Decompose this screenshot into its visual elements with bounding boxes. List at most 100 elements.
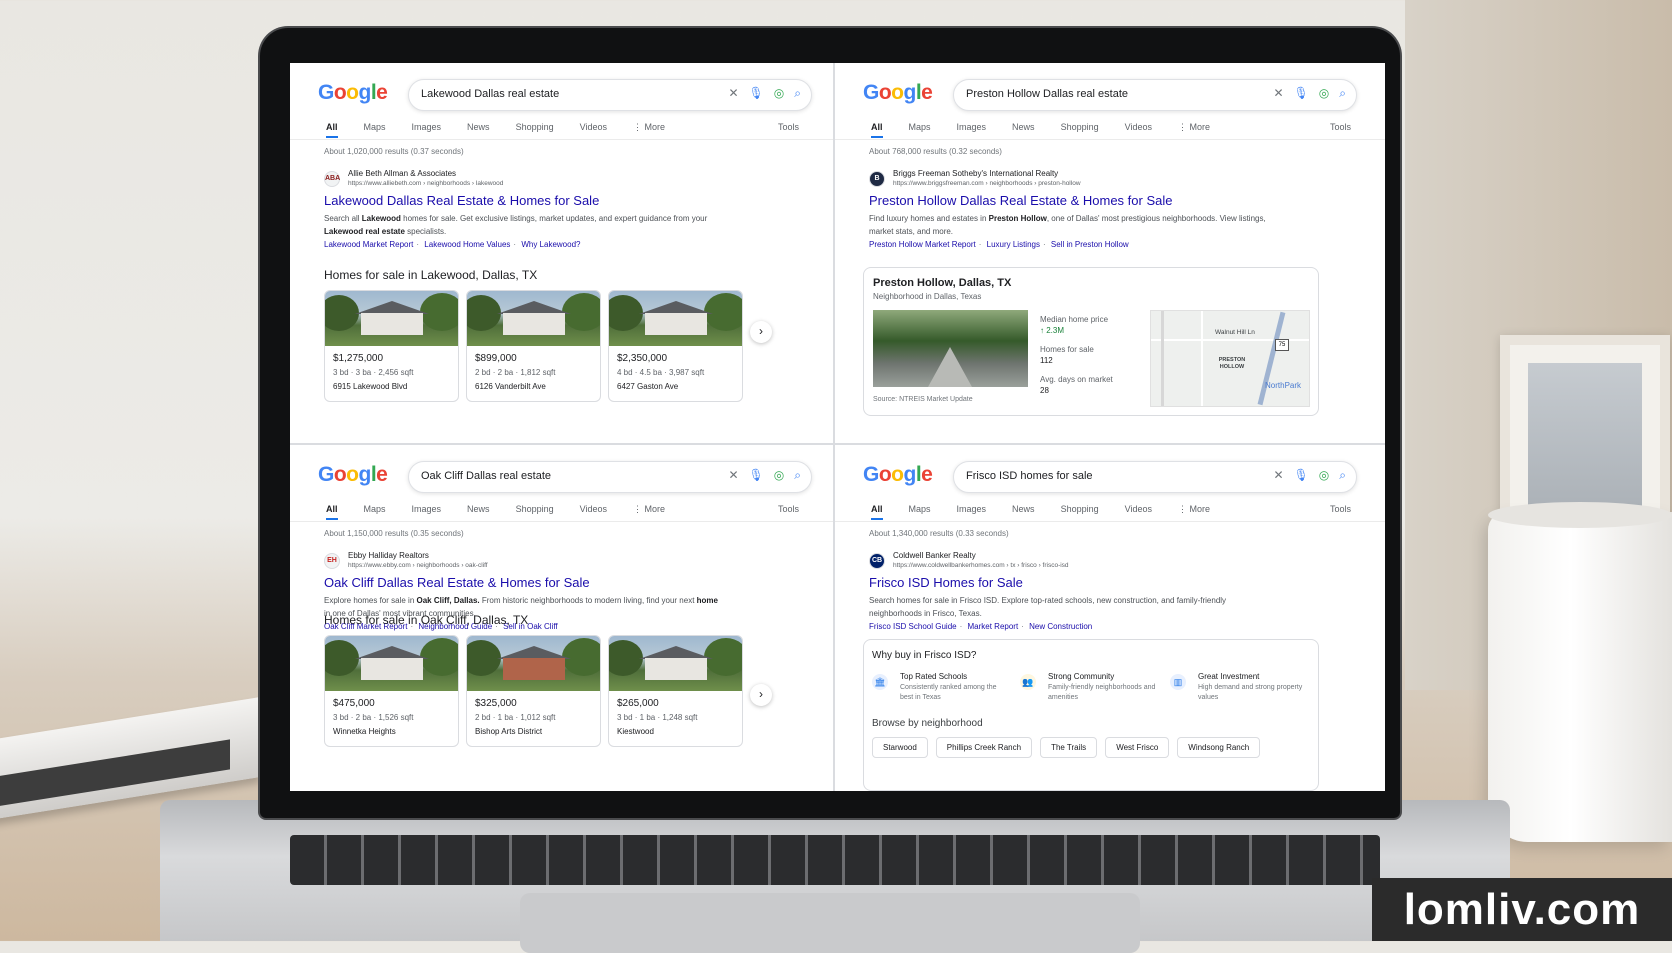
lens-icon[interactable]: ◎	[774, 468, 784, 483]
sitelink[interactable]: Lakewood Market Report	[324, 240, 413, 249]
tab-images[interactable]: Images	[412, 122, 442, 138]
google-logo[interactable]: Google	[863, 463, 933, 487]
site-favicon: ABA	[324, 171, 340, 187]
google-logo[interactable]: Google	[863, 81, 933, 105]
tab-all[interactable]: All	[871, 504, 883, 520]
neighborhood-map[interactable]: Walnut Hill Ln 75 PRESTON HOLLOW NorthPa…	[1150, 310, 1310, 407]
sitelink[interactable]: Market Report	[968, 622, 1019, 631]
neighborhood-chip[interactable]: Starwood	[872, 737, 928, 758]
search-query[interactable]: Frisco ISD homes for sale	[966, 470, 1093, 482]
search-query[interactable]: Oak Cliff Dallas real estate	[421, 470, 551, 482]
tab-videos[interactable]: Videos	[1125, 504, 1152, 520]
result-title[interactable]: Frisco ISD Homes for Sale	[869, 575, 1023, 590]
lens-icon[interactable]: ◎	[1319, 468, 1329, 483]
tab-shopping[interactable]: Shopping	[516, 504, 554, 520]
tab-news[interactable]: News	[1012, 122, 1035, 138]
result-snippet: Find luxury homes and estates in Preston…	[869, 214, 1266, 236]
mic-icon[interactable]: 🎙	[1294, 468, 1309, 483]
tab-more[interactable]: ⋮ More	[633, 122, 665, 138]
clear-icon[interactable]: ✕	[728, 468, 738, 483]
tab-shopping[interactable]: Shopping	[516, 122, 554, 138]
neighborhood-chip[interactable]: Windsong Ranch	[1177, 737, 1261, 758]
home-price: $475,000	[333, 698, 375, 709]
search-box[interactable]: Lakewood Dallas real estate ✕ 🎙 ◎ ⌕	[408, 79, 812, 111]
tools-button[interactable]: Tools	[778, 122, 799, 132]
neighborhood-chip[interactable]: Phillips Creek Ranch	[935, 737, 1033, 758]
home-card[interactable]: $899,000 2 bd · 2 ba · 1,812 sqft 6126 V…	[466, 290, 601, 402]
next-arrow-icon[interactable]: ›	[750, 684, 772, 706]
site-name[interactable]: Ebby Halliday Realtors	[348, 551, 429, 560]
search-icon[interactable]: ⌕	[1339, 86, 1346, 101]
kp-title[interactable]: Preston Hollow, Dallas, TX	[873, 277, 1011, 289]
home-card[interactable]: $475,000 3 bd · 2 ba · 1,526 sqft Winnet…	[324, 635, 459, 747]
tab-shopping[interactable]: Shopping	[1061, 504, 1099, 520]
neighborhood-photo[interactable]	[873, 310, 1028, 387]
home-card[interactable]: $265,000 3 bd · 1 ba · 1,248 sqft Kiestw…	[608, 635, 743, 747]
site-url[interactable]: https://www.ebby.com › neighborhoods › o…	[348, 562, 488, 569]
search-box[interactable]: Oak Cliff Dallas real estate ✕ 🎙 ◎ ⌕	[408, 461, 812, 493]
search-icon[interactable]: ⌕	[794, 86, 801, 101]
search-box[interactable]: Preston Hollow Dallas real estate ✕ 🎙 ◎ ⌕	[953, 79, 1357, 111]
site-name[interactable]: Allie Beth Allman & Associates	[348, 169, 456, 178]
search-icon[interactable]: ⌕	[794, 468, 801, 483]
tools-button[interactable]: Tools	[778, 504, 799, 514]
tab-videos[interactable]: Videos	[1125, 122, 1152, 138]
tab-maps[interactable]: Maps	[909, 504, 931, 520]
tab-maps[interactable]: Maps	[909, 122, 931, 138]
sitelink[interactable]: Sell in Preston Hollow	[1051, 240, 1129, 249]
tools-button[interactable]: Tools	[1330, 504, 1351, 514]
search-icon[interactable]: ⌕	[1339, 468, 1346, 483]
site-url[interactable]: https://www.coldwellbankerhomes.com › tx…	[893, 562, 1069, 569]
sitelink[interactable]: Lakewood Home Values	[424, 240, 510, 249]
neighborhood-chip[interactable]: The Trails	[1040, 737, 1098, 758]
home-card[interactable]: $325,000 2 bd · 1 ba · 1,012 sqft Bishop…	[466, 635, 601, 747]
mic-icon[interactable]: 🎙	[749, 468, 764, 483]
home-card[interactable]: $2,350,000 4 bd · 4.5 ba · 3,987 sqft 64…	[608, 290, 743, 402]
search-query[interactable]: Lakewood Dallas real estate	[421, 88, 559, 100]
tab-all[interactable]: All	[326, 504, 338, 520]
site-url[interactable]: https://www.alliebeth.com › neighborhood…	[348, 180, 503, 187]
clear-icon[interactable]: ✕	[1273, 468, 1283, 483]
search-query[interactable]: Preston Hollow Dallas real estate	[966, 88, 1128, 100]
home-card[interactable]: $1,275,000 3 bd · 3 ba · 2,456 sqft 6915…	[324, 290, 459, 402]
mic-icon[interactable]: 🎙	[749, 86, 764, 101]
tab-images[interactable]: Images	[957, 122, 987, 138]
sitelink[interactable]: Why Lakewood?	[521, 240, 580, 249]
lens-icon[interactable]: ◎	[1319, 86, 1329, 101]
tab-maps[interactable]: Maps	[364, 122, 386, 138]
sitelink[interactable]: New Construction	[1029, 622, 1092, 631]
clear-icon[interactable]: ✕	[1273, 86, 1283, 101]
site-name[interactable]: Coldwell Banker Realty	[893, 551, 976, 560]
sitelink[interactable]: Luxury Listings	[987, 240, 1040, 249]
lens-icon[interactable]: ◎	[774, 86, 784, 101]
tab-more[interactable]: ⋮ More	[1178, 122, 1210, 138]
next-arrow-icon[interactable]: ›	[750, 321, 772, 343]
result-title[interactable]: Preston Hollow Dallas Real Estate & Home…	[869, 193, 1172, 208]
tools-button[interactable]: Tools	[1330, 122, 1351, 132]
mic-icon[interactable]: 🎙	[1294, 86, 1309, 101]
google-logo[interactable]: Google	[318, 463, 388, 487]
tab-videos[interactable]: Videos	[580, 504, 607, 520]
site-url[interactable]: https://www.briggsfreeman.com › neighbor…	[893, 180, 1081, 187]
tab-news[interactable]: News	[467, 122, 490, 138]
tab-news[interactable]: News	[467, 504, 490, 520]
tab-images[interactable]: Images	[412, 504, 442, 520]
clear-icon[interactable]: ✕	[728, 86, 738, 101]
tab-more[interactable]: ⋮ More	[633, 504, 665, 520]
tab-all[interactable]: All	[871, 122, 883, 138]
sitelink[interactable]: Frisco ISD School Guide	[869, 622, 957, 631]
search-box[interactable]: Frisco ISD homes for sale ✕ 🎙 ◎ ⌕	[953, 461, 1357, 493]
site-name[interactable]: Briggs Freeman Sotheby's International R…	[893, 169, 1058, 178]
google-logo[interactable]: Google	[318, 81, 388, 105]
tab-news[interactable]: News	[1012, 504, 1035, 520]
tab-images[interactable]: Images	[957, 504, 987, 520]
neighborhood-chip[interactable]: West Frisco	[1105, 737, 1170, 758]
tab-maps[interactable]: Maps	[364, 504, 386, 520]
sitelink[interactable]: Preston Hollow Market Report	[869, 240, 976, 249]
tab-all[interactable]: All	[326, 122, 338, 138]
result-title[interactable]: Lakewood Dallas Real Estate & Homes for …	[324, 193, 599, 208]
tab-shopping[interactable]: Shopping	[1061, 122, 1099, 138]
result-title[interactable]: Oak Cliff Dallas Real Estate & Homes for…	[324, 575, 590, 590]
tab-videos[interactable]: Videos	[580, 122, 607, 138]
tab-more[interactable]: ⋮ More	[1178, 504, 1210, 520]
